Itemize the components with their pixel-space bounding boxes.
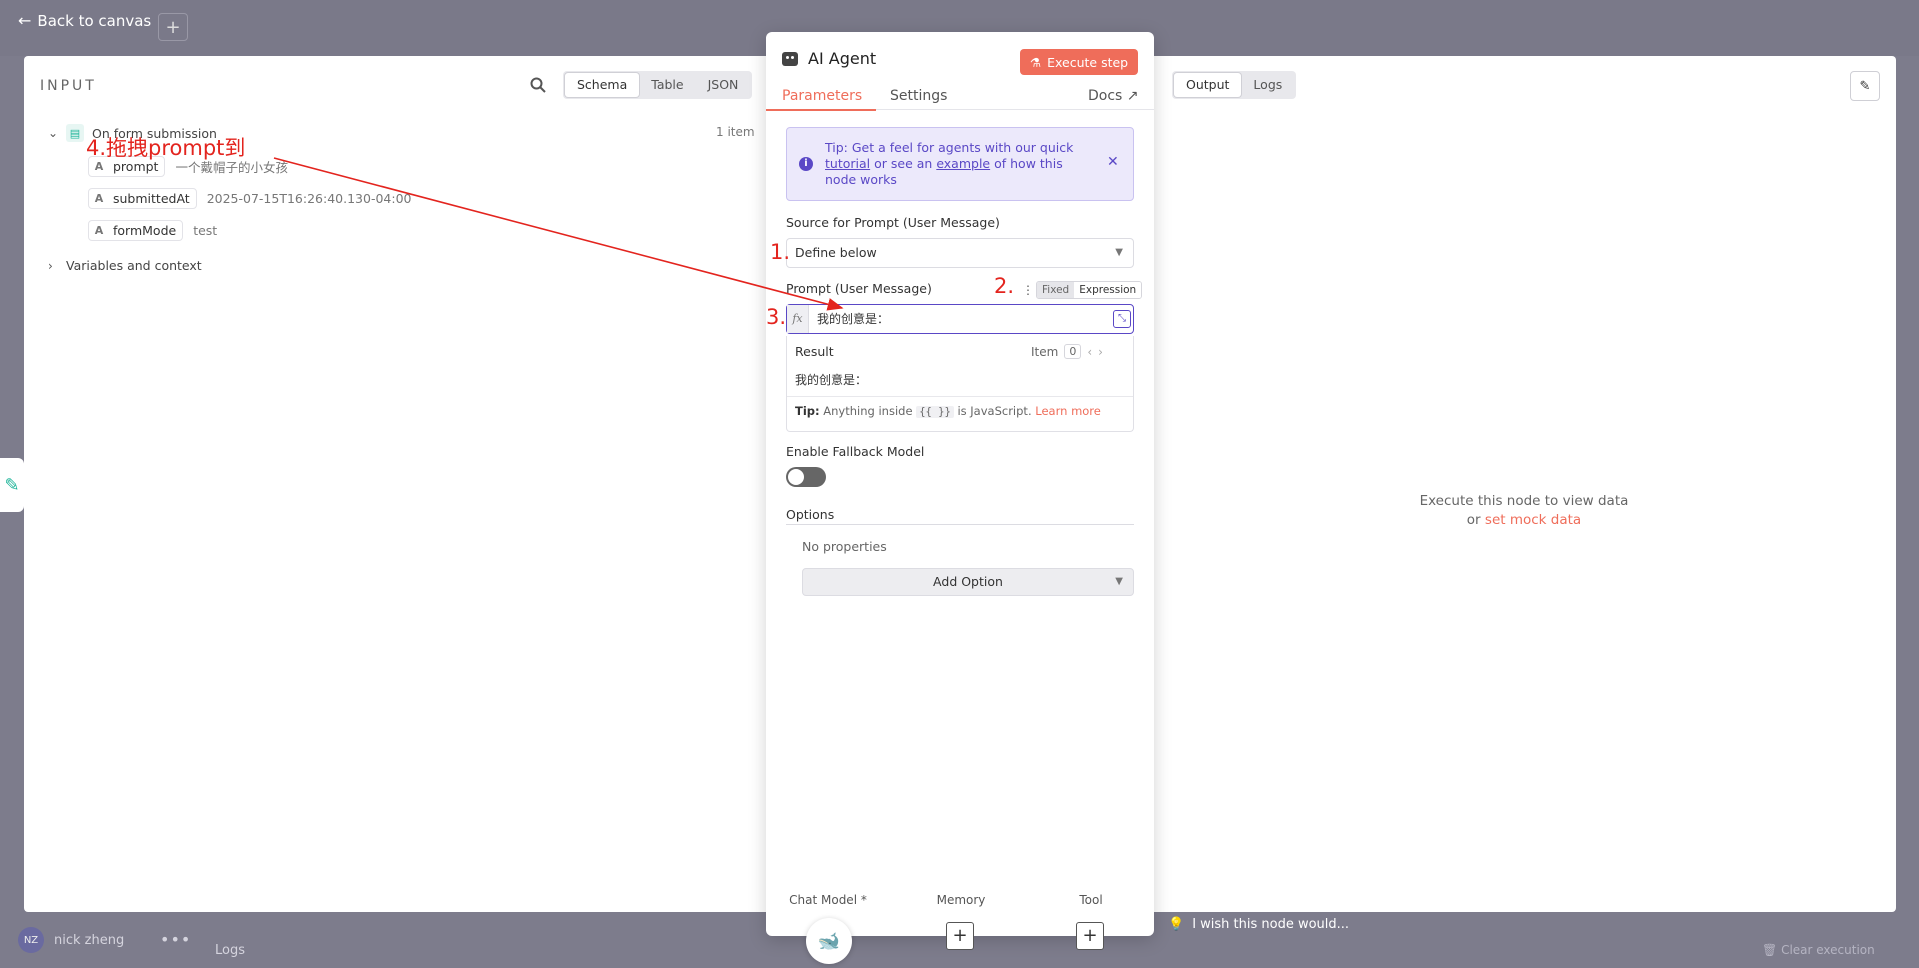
annotation-step-1: 1. <box>770 240 791 264</box>
annotation-step-3: 3. <box>766 305 787 329</box>
annotation-step-2: 2. <box>994 274 1015 298</box>
annotation-step-4: 4.拖拽prompt到 <box>86 136 246 160</box>
drag-annotation-arrow <box>273 157 844 311</box>
